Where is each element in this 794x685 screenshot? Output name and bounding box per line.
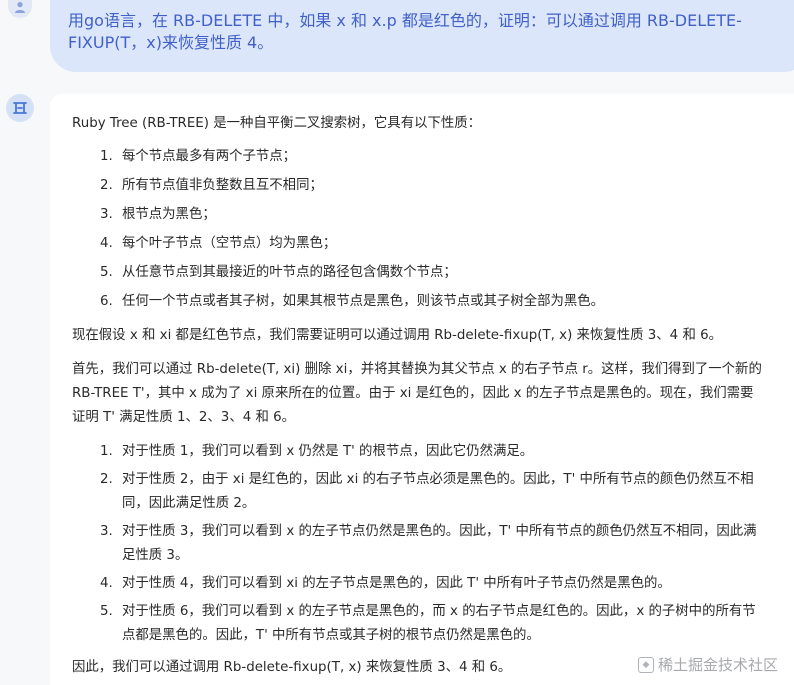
list-item: 1. 对于性质 1，我们可以看到 x 仍然是 T' 的根节点，因此它仍然满足。 — [100, 444, 534, 459]
brand-text: 稀土掘金技术社区 — [658, 656, 779, 674]
user-message-text: 用go语言，在 RB-DELETE 中，如果 x 和 x.p 都是红色的，证明：… — [68, 11, 742, 52]
list-item: 3. 对于性质 3，我们可以看到 x 的左子节点仍然是黑色的。因此，T' 中所有节… — [100, 524, 757, 563]
user-message-row: 用go语言，在 RB-DELETE 中，如果 x 和 x.p 都是红色的，证明：… — [0, 0, 794, 78]
intro-paragraph: Ruby Tree (RB-TREE) 是一种自平衡二叉搜索树，它具有以下性质： — [72, 116, 482, 131]
list-item: 4. 对于性质 4，我们可以看到 xi 的左子节点是黑色的，因此 T' 中所有叶子… — [100, 576, 671, 591]
user-icon — [15, 2, 25, 13]
assistant-logo-icon — [13, 102, 27, 114]
properties-list: 1. 每个节点最多有两个子节点； 2. 所有节点值非负整数且互不相同； 3. 根节点为… — [72, 145, 794, 314]
list-item: 1. 每个节点最多有两个子节点； — [100, 149, 297, 164]
list-item: 5. 从任意节点到其最接近的叶节点的路径包含偶数个节点； — [100, 265, 457, 280]
checks-list: 1. 对于性质 1，我们可以看到 x 仍然是 T' 的根节点，因此它仍然满足。 2… — [72, 440, 794, 648]
list-item: 6. 任何一个节点或者其子树，如果其根节点是黑色，则该节点或其子树全部为黑色。 — [100, 294, 605, 309]
assistant-message-card: Ruby Tree (RB-TREE) 是一种自平衡二叉搜索树，它具有以下性质：… — [50, 94, 794, 685]
user-avatar — [8, 0, 32, 18]
list-item: 2. 所有节点值非负整数且互不相同； — [100, 178, 323, 193]
list-item: 5. 对于性质 6，我们可以看到 x 的左子节点是黑色的，而 x 的右子节点是红色… — [100, 604, 756, 643]
list-item: 2. 对于性质 2，由于 xi 是红色的，因此 xi 的右子节点必须是黑色的。因此… — [100, 472, 754, 511]
list-item: 3. 根节点为黑色； — [100, 207, 216, 222]
assumption-paragraph: 现在假设 x 和 xi 都是红色节点，我们需要证明可以通过调用 Rb-delet… — [72, 328, 722, 343]
assistant-avatar — [6, 94, 34, 122]
first-step-paragraph: 首先，我们可以通过 Rb-delete(T, xi) 删除 xi，并将其替换为其… — [72, 362, 762, 425]
list-item: 4. 每个叶子节点（空节点）均为黑色； — [100, 236, 337, 251]
user-message-bubble: 用go语言，在 RB-DELETE 中，如果 x 和 x.p 都是红色的，证明：… — [50, 0, 794, 72]
brand-watermark: ◆ 稀土掘金技术社区 — [638, 654, 778, 675]
juejin-logo-icon: ◆ — [638, 656, 654, 673]
chat-page: 用go语言，在 RB-DELETE 中，如果 x 和 x.p 都是红色的，证明：… — [0, 0, 794, 685]
